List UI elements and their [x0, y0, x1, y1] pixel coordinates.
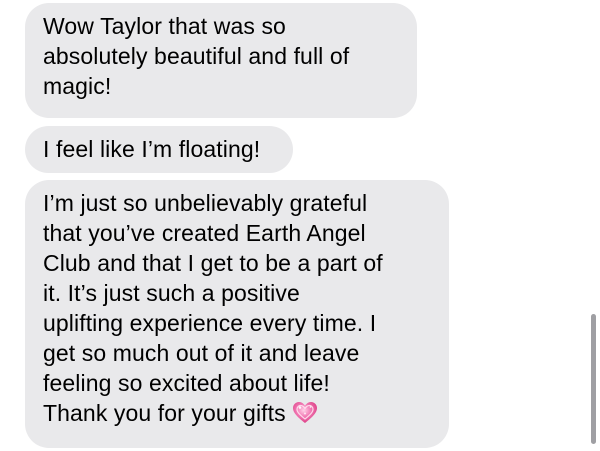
incoming-message-bubble[interactable]: I feel like I’m floating! — [25, 126, 293, 173]
message-text: I feel like I’m floating! — [43, 136, 261, 162]
sparkling-heart-icon — [292, 401, 318, 425]
vertical-scrollbar[interactable] — [591, 314, 596, 444]
message-thread: Wow Taylor that was so absolutely beauti… — [0, 0, 600, 451]
message-text: Wow Taylor that was so absolutely beauti… — [43, 13, 350, 99]
incoming-message-bubble[interactable]: Wow Taylor that was so absolutely beauti… — [25, 3, 417, 118]
message-text: I’m just so unbelievably grateful that y… — [43, 190, 383, 426]
incoming-message-bubble[interactable]: I’m just so unbelievably grateful that y… — [25, 180, 449, 448]
